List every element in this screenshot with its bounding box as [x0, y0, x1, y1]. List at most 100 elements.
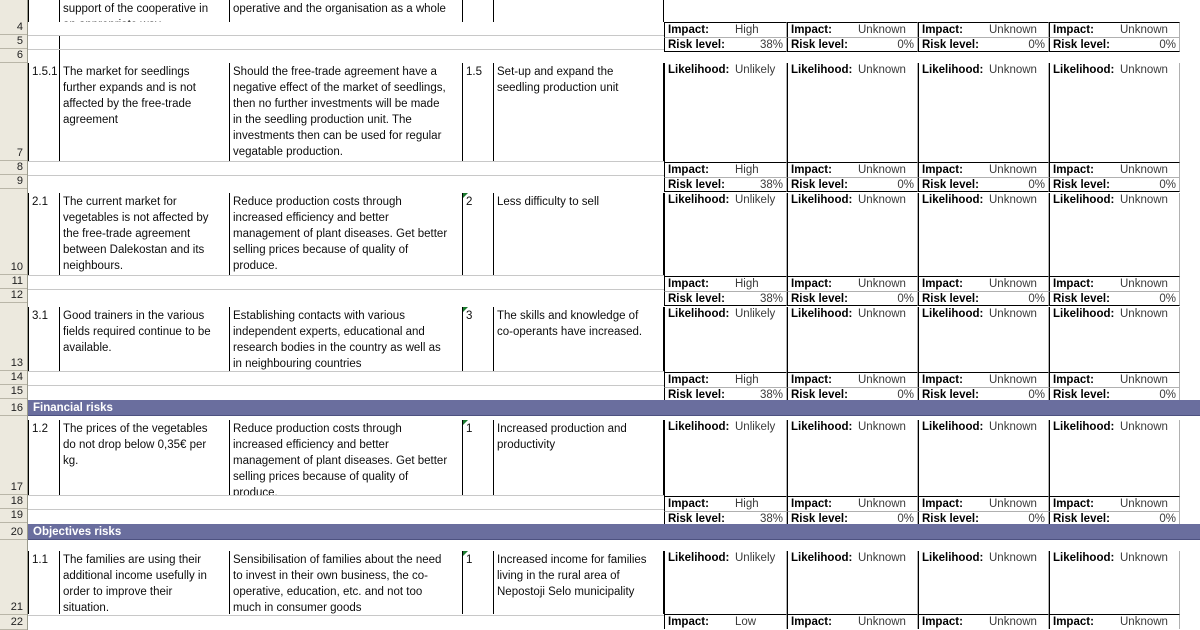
impact-value-cell[interactable]: High [732, 372, 787, 387]
impact-label-cell[interactable]: Impact: [787, 496, 855, 511]
risk-level-label-cell[interactable]: Risk level: [1049, 291, 1117, 306]
mitigation-cell[interactable]: Sensibilisation of families about the ne… [230, 551, 463, 614]
risk-level-label-cell[interactable]: Risk level: [664, 291, 732, 306]
empty-cell[interactable] [28, 49, 60, 63]
mitigation-cell[interactable]: Establishing contacts with various indep… [230, 307, 463, 372]
risk-level-label-cell[interactable]: Risk level: [1049, 37, 1117, 52]
risk-level-label-cell[interactable]: Risk level: [664, 37, 732, 52]
risk-level-label-cell[interactable]: Risk level: [918, 37, 986, 52]
impact-value-cell[interactable]: Unknown [1117, 276, 1180, 291]
likelihood-value-cell[interactable]: Unknown [1117, 307, 1180, 322]
section-banner-financial[interactable]: Financial risks [28, 400, 1200, 416]
likelihood-label-cell[interactable]: Likelihood: [1049, 420, 1117, 435]
likelihood-label-cell[interactable]: Likelihood: [664, 420, 732, 435]
row-header-20[interactable]: 20 [0, 523, 27, 540]
likelihood-label-cell[interactable]: Likelihood: [918, 551, 986, 566]
impact-label-cell[interactable]: Impact: [664, 22, 732, 37]
mitigation-cell[interactable]: Should the free-trade agreement have a n… [230, 63, 463, 162]
objective-ref-cell[interactable] [463, 0, 494, 22]
row-header-10[interactable]: 10 [0, 189, 27, 275]
impact-value-cell[interactable]: Low [732, 614, 787, 629]
impact-label-cell[interactable]: Impact: [918, 614, 986, 629]
likelihood-label-cell[interactable]: Likelihood: [787, 307, 855, 322]
risk-level-value-cell[interactable]: 0% [855, 291, 918, 306]
impact-label-cell[interactable]: Impact: [918, 22, 986, 37]
likelihood-value-cell[interactable]: Unlikely [732, 420, 787, 435]
row-header-7[interactable]: 7 [0, 63, 27, 161]
impact-value-cell[interactable]: High [732, 496, 787, 511]
impact-label-cell[interactable]: Impact: [1049, 372, 1117, 387]
row-header-18[interactable]: 18 [0, 495, 27, 509]
risk-level-value-cell[interactable]: 38% [732, 291, 787, 306]
impact-value-cell[interactable]: Unknown [1117, 162, 1180, 177]
likelihood-label-cell[interactable]: Likelihood: [787, 63, 855, 78]
row-header-11[interactable]: 11 [0, 275, 27, 289]
row-header-9[interactable]: 9 [0, 175, 27, 189]
objective-cell[interactable]: Less difficulty to sell [494, 193, 664, 276]
risk-level-label-cell[interactable]: Risk level: [787, 177, 855, 192]
impact-label-cell[interactable]: Impact: [918, 276, 986, 291]
risk-level-value-cell[interactable]: 0% [986, 37, 1049, 52]
risk-level-label-cell[interactable]: Risk level: [1049, 177, 1117, 192]
impact-value-cell[interactable]: Unknown [1117, 614, 1180, 629]
impact-value-cell[interactable]: Unknown [1117, 496, 1180, 511]
impact-label-cell[interactable]: Impact: [1049, 276, 1117, 291]
impact-value-cell[interactable]: High [732, 162, 787, 177]
objective-cell[interactable] [494, 0, 664, 22]
row-header-13[interactable]: 13 [0, 303, 27, 371]
row-header-17[interactable]: 17 [0, 416, 27, 495]
likelihood-value-cell[interactable]: Unknown [855, 551, 918, 566]
impact-label-cell[interactable]: Impact: [664, 276, 732, 291]
impact-label-cell[interactable]: Impact: [664, 614, 732, 629]
risk-level-label-cell[interactable]: Risk level: [918, 177, 986, 192]
likelihood-label-cell[interactable]: Likelihood: [664, 307, 732, 322]
likelihood-label-cell[interactable]: Likelihood: [787, 551, 855, 566]
row-header-16[interactable]: 16 [0, 399, 27, 416]
impact-value-cell[interactable]: Unknown [855, 276, 918, 291]
risk-ref-cell[interactable]: 3.1 [28, 307, 60, 372]
likelihood-value-cell[interactable]: Unknown [855, 63, 918, 78]
impact-label-cell[interactable]: Impact: [1049, 614, 1117, 629]
impact-label-cell[interactable]: Impact: [918, 372, 986, 387]
mitigation-cell[interactable]: Reduce production costs through increase… [230, 420, 463, 496]
assumption-cell[interactable]: Good trainers in the various fields requ… [60, 307, 230, 372]
impact-value-cell[interactable]: Unknown [986, 372, 1049, 387]
risk-ref-cell[interactable]: 1.5.1 [28, 63, 60, 162]
impact-value-cell[interactable]: Unknown [855, 22, 918, 37]
likelihood-label-cell[interactable]: Likelihood: [918, 63, 986, 78]
assumption-cell[interactable]: The current market for vegetables is not… [60, 193, 230, 276]
section-banner-objectives[interactable]: Objectives risks [28, 524, 1200, 540]
risk-level-label-cell[interactable]: Risk level: [787, 37, 855, 52]
risk-level-label-cell[interactable]: Risk level: [787, 291, 855, 306]
likelihood-value-cell[interactable]: Unknown [986, 551, 1049, 566]
likelihood-value-cell[interactable]: Unknown [986, 63, 1049, 78]
likelihood-label-cell[interactable]: Likelihood: [787, 193, 855, 208]
risk-level-label-cell[interactable]: Risk level: [664, 177, 732, 192]
objective-ref-cell[interactable]: 1.5 [463, 63, 494, 162]
objective-ref-cell[interactable]: 1 [463, 420, 494, 496]
likelihood-value-cell[interactable]: Unlikely [732, 63, 787, 78]
risk-level-label-cell[interactable]: Risk level: [918, 291, 986, 306]
impact-label-cell[interactable]: Impact: [787, 162, 855, 177]
impact-value-cell[interactable]: Unknown [855, 162, 918, 177]
impact-label-cell[interactable]: Impact: [918, 162, 986, 177]
objective-cell[interactable]: Set-up and expand the seedling productio… [494, 63, 664, 162]
risk-level-value-cell[interactable]: 0% [855, 177, 918, 192]
impact-value-cell[interactable]: Unknown [986, 614, 1049, 629]
impact-value-cell[interactable]: Unknown [855, 372, 918, 387]
assumption-cell[interactable]: The families are using their additional … [60, 551, 230, 614]
risk-level-value-cell[interactable]: 38% [732, 37, 787, 52]
risk-level-value-cell[interactable]: 0% [855, 37, 918, 52]
impact-value-cell[interactable]: Unknown [855, 614, 918, 629]
likelihood-value-cell[interactable]: Unknown [855, 193, 918, 208]
likelihood-label-cell[interactable]: Likelihood: [1049, 307, 1117, 322]
risk-ref-cell[interactable] [28, 0, 60, 22]
likelihood-value-cell[interactable]: Unlikely [732, 307, 787, 322]
impact-value-cell[interactable]: High [732, 22, 787, 37]
likelihood-label-cell[interactable]: Likelihood: [918, 420, 986, 435]
likelihood-label-cell[interactable]: Likelihood: [918, 307, 986, 322]
empty-cell[interactable] [28, 36, 60, 49]
impact-label-cell[interactable]: Impact: [1049, 496, 1117, 511]
likelihood-value-cell[interactable]: Unlikely [732, 193, 787, 208]
likelihood-value-cell[interactable]: Unknown [986, 420, 1049, 435]
